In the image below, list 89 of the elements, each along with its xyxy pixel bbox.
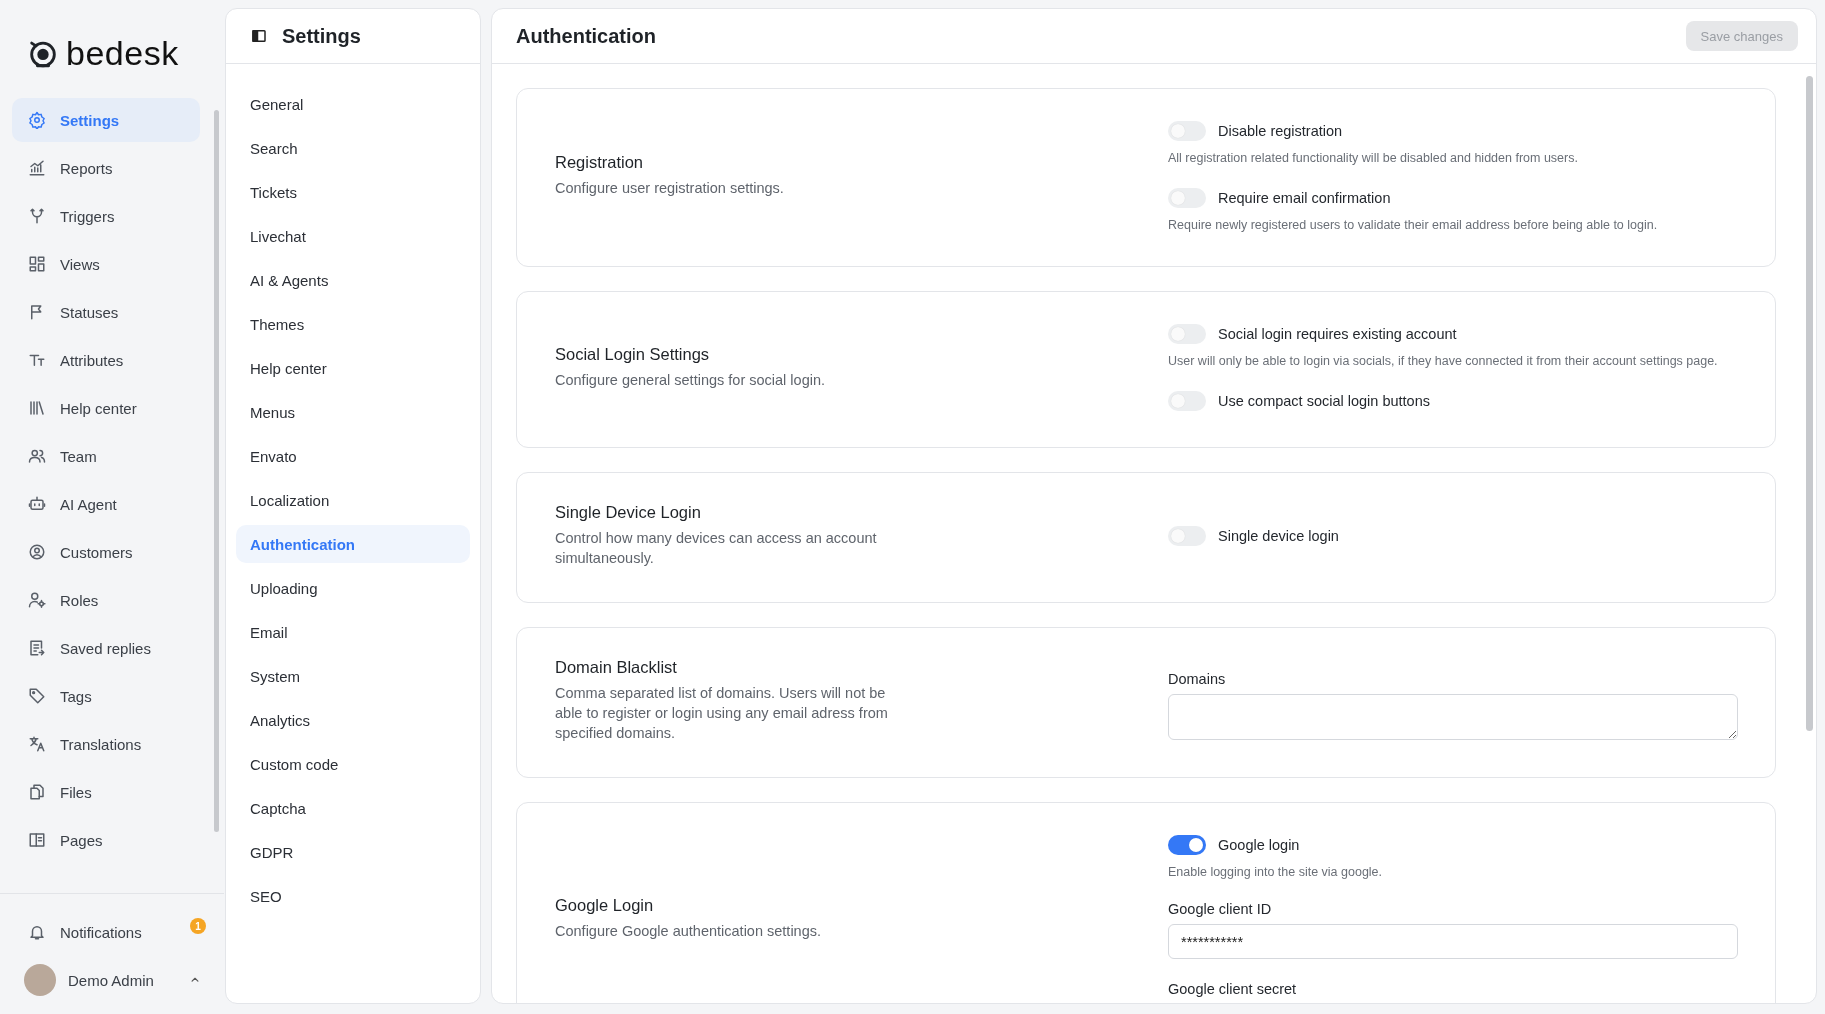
settings-nav-item[interactable]: System	[236, 657, 470, 695]
toggle-label: Single device login	[1218, 527, 1339, 544]
section-description: Configure general settings for social login.	[555, 371, 826, 390]
people-icon	[28, 447, 46, 465]
notifications-link[interactable]: Notifications	[12, 910, 158, 954]
settings-nav-item[interactable]: Captcha	[236, 789, 470, 827]
sidebar-item[interactable]: Translations	[12, 722, 200, 766]
fork-icon	[28, 207, 46, 225]
input-field[interactable]	[1168, 694, 1738, 740]
toggle-label: Disable registration	[1218, 123, 1343, 139]
sidebar-item[interactable]: Triggers	[12, 194, 200, 238]
bar-chart-icon	[28, 159, 46, 177]
section-title: Domain Blacklist	[555, 658, 678, 677]
toggle-switch[interactable]	[1168, 324, 1206, 344]
user-name: Demo Admin	[68, 971, 154, 989]
settings-nav-item[interactable]: GDPR	[236, 833, 470, 871]
tag-icon	[28, 687, 46, 705]
settings-nav-item[interactable]: Envato	[236, 437, 470, 475]
sidebar-item[interactable]: Roles	[12, 578, 200, 622]
page-title: Authentication	[516, 24, 656, 48]
settings-nav-item[interactable]: Localization	[236, 481, 470, 519]
sidebar-item[interactable]: Statuses	[12, 290, 200, 334]
settings-nav-item[interactable]: SEO	[236, 877, 470, 915]
settings-nav-item[interactable]: Email	[236, 613, 470, 651]
settings-nav-item[interactable]: Livechat	[236, 217, 470, 255]
sidebar-item[interactable]: AI Agent	[12, 482, 200, 526]
sidebar-item[interactable]: Saved replies	[12, 626, 200, 670]
sidebar-item[interactable]: Help center	[12, 386, 200, 430]
help-text: Require newly registered users to validate their email address before being able to login.	[1168, 218, 1659, 232]
field-label: Google client secret	[1168, 981, 1298, 997]
book-open-icon	[28, 831, 46, 849]
avatar	[24, 964, 56, 996]
settings-nav-item[interactable]: Custom code	[236, 745, 470, 783]
settings-nav-item[interactable]: General	[236, 85, 470, 123]
section-description: Configure Google authentication settings.	[555, 922, 822, 941]
toggle-switch[interactable]	[1168, 835, 1206, 855]
section-title: Registration	[555, 153, 645, 172]
logo-text: bedesk	[66, 33, 179, 73]
sidebar-item[interactable]: Attributes	[12, 338, 200, 382]
sidebar-item[interactable]: Pages	[12, 818, 200, 862]
settings-nav-item[interactable]: AI & Agents	[236, 261, 470, 299]
message-list-icon	[28, 639, 46, 657]
section-description: Comma separated list of domains. Users will not be able to register or login using any email adress from specified domains.	[555, 684, 889, 743]
sidebar-item[interactable]: Customers	[12, 530, 200, 574]
settings-nav-item[interactable]: Uploading	[236, 569, 470, 607]
section-title: Social Login Settings	[555, 345, 711, 364]
notification-count: 1	[190, 918, 206, 934]
section-title: Single Device Login	[555, 503, 702, 522]
section-title: Google Login	[555, 896, 655, 915]
input-field[interactable]: ***********	[1168, 924, 1738, 959]
field-label: Domains	[1168, 671, 1227, 687]
books-icon	[28, 399, 46, 417]
toggle-label: Use compact social login buttons	[1218, 393, 1430, 409]
toggle-label: Require email confirmation	[1218, 190, 1391, 206]
sidebar-item[interactable]: Views	[12, 242, 200, 286]
settings-nav-item[interactable]: Menus	[236, 393, 470, 431]
settings-nav-item[interactable]: Search	[236, 129, 470, 167]
section-description: Configure user registration settings.	[555, 179, 785, 198]
panel-title: Settings	[282, 24, 361, 48]
settings-nav-item[interactable]: Help center	[236, 349, 470, 387]
toggle-label: Google login	[1218, 837, 1300, 853]
settings-nav-item[interactable]: Authentication	[236, 525, 470, 563]
toggle-switch[interactable]	[1168, 525, 1206, 546]
help-text: All registration related functionality will be disabled and hidden from users.	[1168, 151, 1579, 165]
scrollbar[interactable]	[214, 110, 219, 832]
toggle-label: Social login requires existing account	[1218, 326, 1457, 342]
help-text: Enable logging into the site via google.	[1168, 865, 1384, 879]
sidebar-item[interactable]: Team	[12, 434, 200, 478]
toggle-switch[interactable]	[1168, 121, 1206, 141]
settings-nav-item[interactable]: Analytics	[236, 701, 470, 739]
sidebar-item[interactable]: Files	[12, 770, 200, 814]
help-text: User will only be able to login via socials, if they have connected it from their account settings page.	[1168, 354, 1719, 368]
grid-icon	[28, 255, 46, 273]
scrollbar[interactable]	[1806, 76, 1813, 731]
sidebar-item[interactable]: Tags	[12, 674, 200, 718]
settings-nav-item[interactable]: Themes	[236, 305, 470, 343]
bell-icon	[28, 923, 46, 941]
user-gear-icon	[28, 591, 46, 609]
field-label: Google client ID	[1168, 901, 1273, 917]
sidebar-item[interactable]: Reports	[12, 146, 200, 190]
user-circle-icon	[28, 543, 46, 561]
toggle-switch[interactable]	[1168, 391, 1206, 411]
section-description: Control how many devices can access an account simultaneously.	[555, 529, 878, 568]
robot-icon	[28, 495, 46, 513]
gear-icon	[28, 111, 46, 129]
files-icon	[28, 783, 46, 801]
settings-nav-item[interactable]: Tickets	[236, 173, 470, 211]
toggle-switch[interactable]	[1168, 188, 1206, 208]
translate-icon	[28, 735, 46, 753]
